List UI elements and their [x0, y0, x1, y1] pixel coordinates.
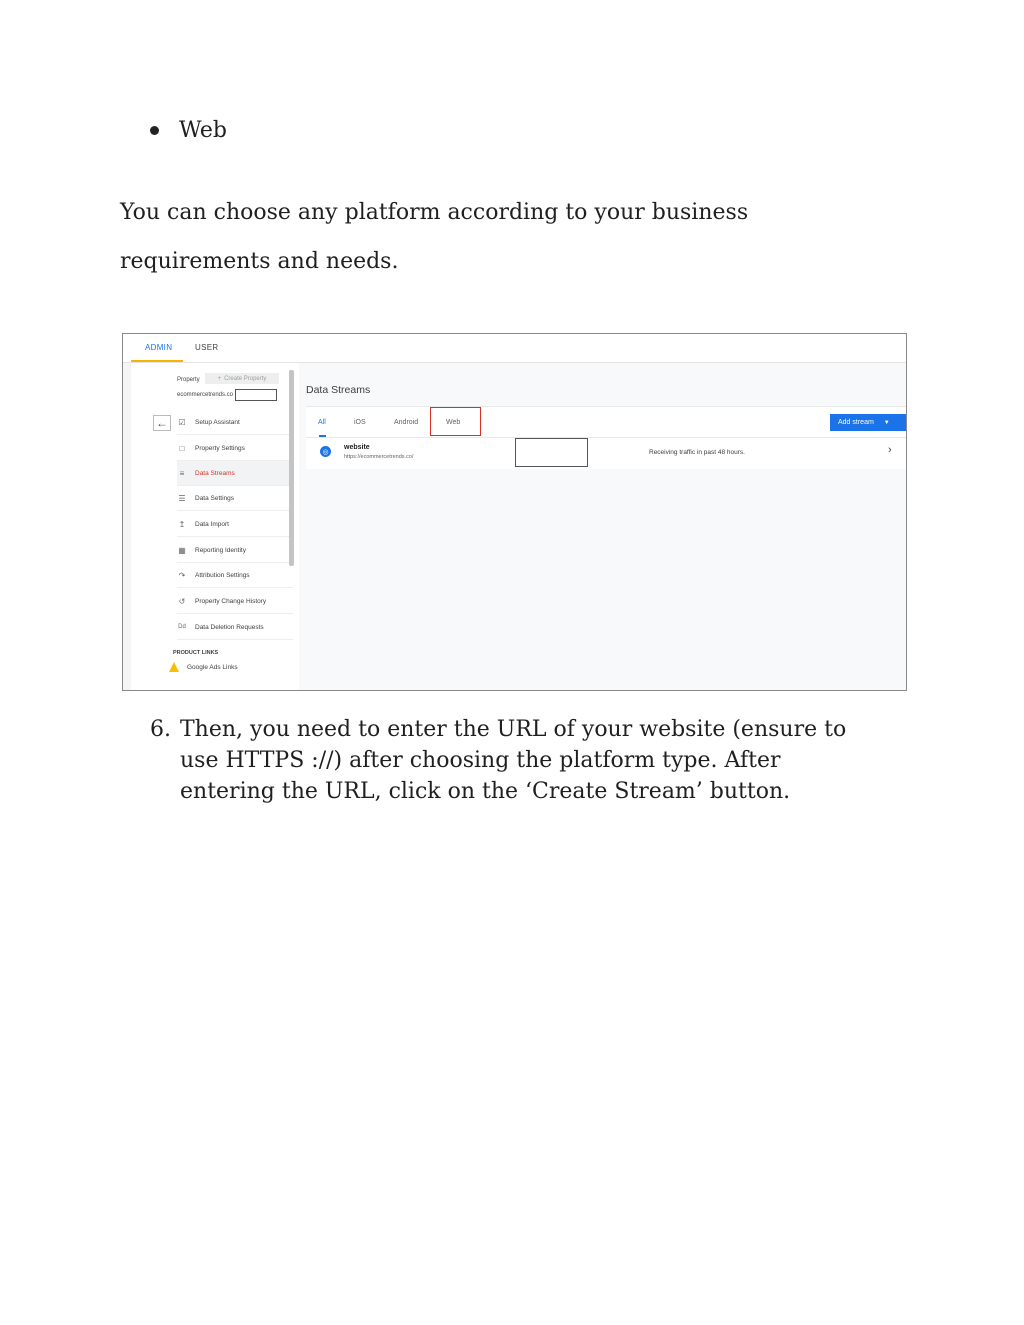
dd-icon: Dd	[178, 624, 186, 630]
step-text: Then, you need to enter the URL of your …	[180, 717, 847, 804]
add-stream-button[interactable]: Add stream ▼	[830, 414, 906, 431]
stream-status: Receiving traffic in past 48 hours.	[649, 449, 745, 456]
tab-admin[interactable]: ADMIN	[145, 343, 172, 352]
sidebar-item-label: Data Settings	[195, 494, 235, 502]
tab-ios[interactable]: iOS	[354, 419, 366, 426]
property-label: Property	[177, 377, 200, 383]
sidebar-item-setup-assistant[interactable]: ☑ Setup Assistant	[177, 410, 293, 435]
sidebar-item-label: Property Settings	[195, 444, 245, 452]
sidebar-item-reporting-identity[interactable]: ▦ Reporting Identity	[177, 538, 293, 563]
body-paragraph: You can choose any platform according to…	[120, 200, 749, 274]
google-ads-icon	[169, 662, 179, 672]
sidebar-scrollbar[interactable]	[289, 370, 294, 566]
bullet-list-item: Web	[150, 118, 227, 143]
property-icon: □	[179, 443, 185, 453]
sidebar-item-label: Property Change History	[195, 597, 267, 605]
plus-icon: +	[217, 375, 222, 382]
web-tab-highlight	[430, 407, 481, 436]
sidebar-item-label: Attribution Settings	[195, 571, 250, 579]
tab-all[interactable]: All	[318, 419, 326, 426]
sidebar-item-property-settings[interactable]: □ Property Settings	[177, 436, 293, 461]
analytics-admin-screenshot: ADMIN USER Property + Create Property ec…	[122, 333, 907, 691]
product-links-heading: PRODUCT LINKS	[173, 650, 219, 656]
sidebar-item-attribution-settings[interactable]: ↷ Attribution Settings	[177, 563, 293, 588]
sidebar-item-property-change-history[interactable]: ↺ Property Change History	[177, 589, 293, 614]
sidebar-item-data-streams[interactable]: ≡ Data Streams	[177, 461, 293, 486]
back-arrow-icon[interactable]: ←	[153, 415, 171, 431]
admin-top-bar: ADMIN USER	[123, 334, 906, 363]
property-name: ecommercetrends.co	[177, 392, 234, 398]
upload-icon: ↥	[178, 519, 186, 529]
stream-name[interactable]: website	[344, 444, 370, 451]
tab-user[interactable]: USER	[195, 343, 218, 352]
left-gutter	[123, 363, 131, 690]
sidebar-item-label: Data Deletion Requests	[195, 623, 264, 631]
stream-url: https://ecommercetrends.co/	[344, 454, 414, 460]
sidebar-item-google-ads-links[interactable]: Google Ads Links	[169, 662, 238, 672]
globe-icon: ◎	[320, 446, 331, 457]
checkbox-icon: ☑	[178, 417, 186, 427]
database-icon: ☰	[178, 493, 186, 503]
page-title: Data Streams	[306, 384, 371, 396]
sidebar-item-label: Google Ads Links	[187, 663, 238, 671]
stream-id-box	[515, 438, 588, 467]
bullet-text: Web	[179, 118, 227, 143]
identity-icon: ▦	[178, 545, 186, 555]
sidebar-item-label: Data Import	[195, 520, 229, 528]
attribution-icon: ↷	[178, 570, 186, 580]
sidebar-item-data-deletion-requests[interactable]: Dd Data Deletion Requests	[177, 615, 293, 640]
sidebar-item-data-import[interactable]: ↥ Data Import	[177, 512, 293, 537]
numbered-step: 6. Then, you need to enter the URL of yo…	[150, 714, 870, 807]
caret-down-icon: ▼	[883, 419, 890, 426]
sidebar-item-label: Reporting Identity	[195, 546, 246, 554]
tabs-divider	[306, 437, 906, 438]
sidebar-item-label: Data Streams	[195, 469, 235, 477]
add-stream-label: Add stream	[838, 419, 874, 426]
chevron-right-icon[interactable]: ›	[888, 444, 892, 456]
sidebar-item-label: Setup Assistant	[195, 418, 240, 426]
create-property-label: Create Property	[224, 375, 267, 382]
streams-icon: ≡	[179, 468, 185, 478]
step-number: 6.	[150, 717, 171, 742]
tab-android[interactable]: Android	[394, 419, 418, 426]
sidebar-item-data-settings[interactable]: ☰ Data Settings	[177, 486, 293, 511]
data-streams-card: All iOS Android Web Add stream ▼ ◎ websi…	[306, 406, 906, 469]
property-selector-box[interactable]	[235, 389, 277, 401]
admin-tab-underline	[131, 360, 183, 362]
property-sidebar: Property + Create Property ecommercetren…	[131, 363, 299, 690]
bullet-dot-icon	[150, 126, 159, 135]
history-icon: ↺	[178, 596, 186, 606]
create-property-button[interactable]: + Create Property	[205, 373, 279, 384]
